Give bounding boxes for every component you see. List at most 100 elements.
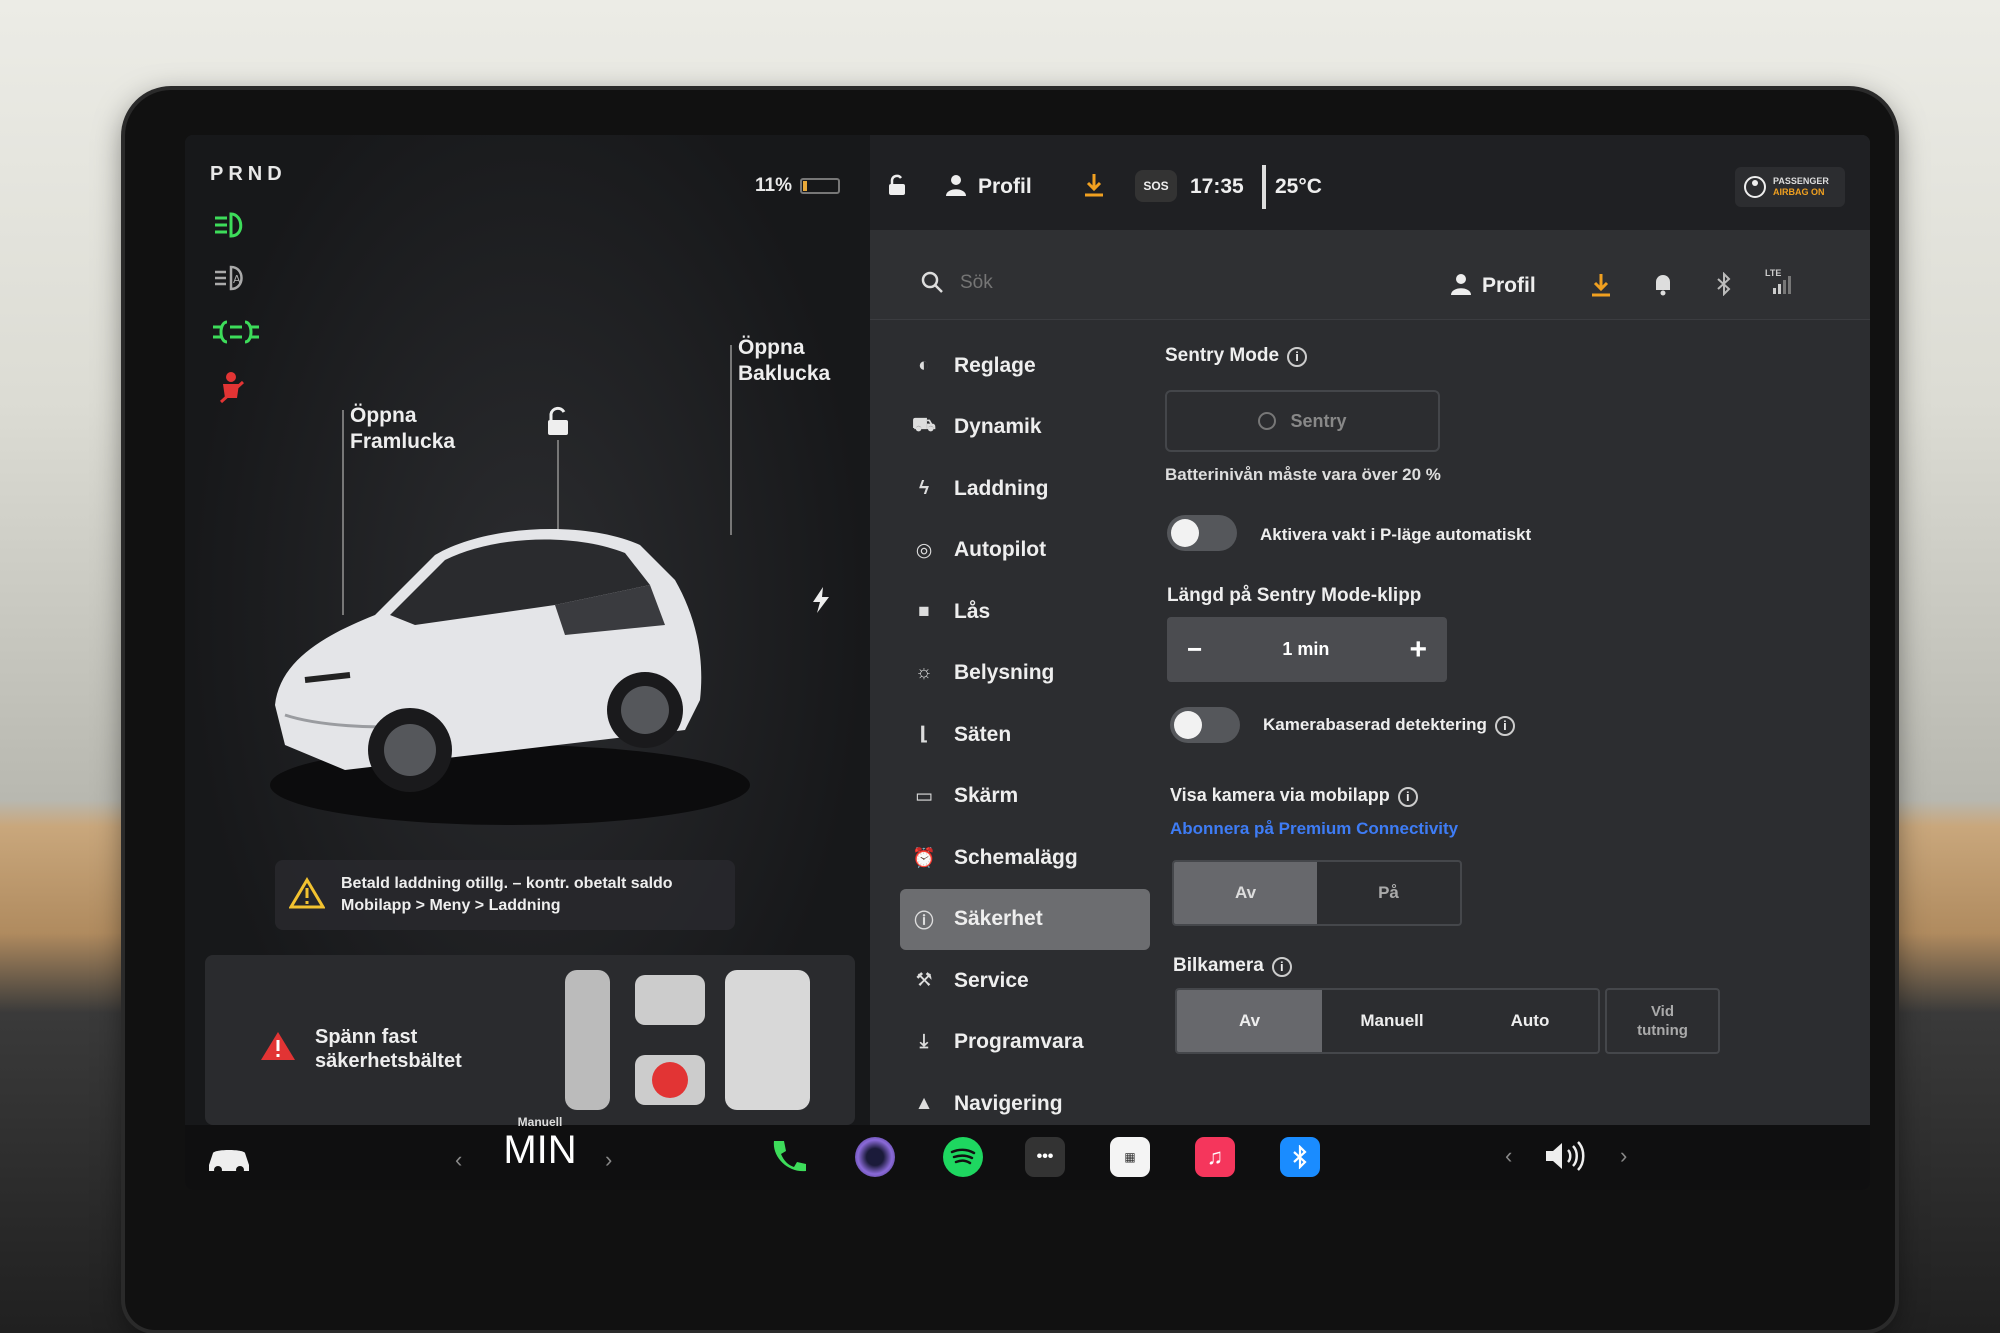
calendar-icon[interactable]: ▦ xyxy=(1110,1137,1150,1177)
music-app-icon[interactable]: ♫ xyxy=(1195,1137,1235,1177)
shield-info-icon: ⓘ xyxy=(914,910,934,932)
dashcam-selector: Av Manuell Auto xyxy=(1175,988,1600,1054)
menu-item-belysning[interactable]: ☼ Belysning xyxy=(900,643,1150,705)
climate-increase-icon[interactable]: › xyxy=(605,1147,612,1173)
battery-requirement: Batterinivån måste vara över 20 % xyxy=(1165,465,1441,484)
download-icon: ⤓ xyxy=(919,1031,929,1053)
search-icon[interactable] xyxy=(920,270,944,299)
dashcam-auto[interactable]: Auto xyxy=(1462,990,1598,1052)
bolt-icon: ϟ xyxy=(918,477,930,499)
menu-item-service[interactable]: ⚒ Service xyxy=(900,950,1150,1012)
bluetooth-app-icon[interactable] xyxy=(1280,1137,1320,1177)
menu-item-programvara[interactable]: ⤓ Programvara xyxy=(900,1012,1150,1074)
menu-item-dynamik[interactable]: ⛟ Dynamik xyxy=(900,397,1150,459)
more-apps-icon[interactable]: ••• xyxy=(1025,1137,1065,1177)
info-icon[interactable]: i xyxy=(1494,716,1515,736)
bluetooth-icon[interactable] xyxy=(1715,271,1733,302)
auto-headlight-icon: A xyxy=(213,263,253,300)
info-icon[interactable]: i xyxy=(1271,957,1292,977)
climate-control[interactable]: Manuell MIN xyxy=(485,1115,595,1171)
seat-icon: ⌊ xyxy=(919,724,929,746)
climate-value: MIN xyxy=(503,1128,577,1172)
phone-icon[interactable] xyxy=(768,1137,808,1182)
toggle-icon: ◐ xyxy=(918,354,930,376)
dashcam-title: Bilkamera i xyxy=(1173,955,1292,977)
camera-detection-label: Kamerabaserad detektering i xyxy=(1263,715,1515,736)
premium-connectivity-link[interactable]: Abonnera på Premium Connectivity xyxy=(1170,819,1458,839)
profile-status-label[interactable]: Profil xyxy=(978,175,1032,199)
spotify-icon[interactable] xyxy=(943,1137,983,1177)
charging-notice: Betald laddning otillg. – kontr. obetalt… xyxy=(275,860,735,930)
svg-text:A: A xyxy=(233,273,241,286)
touchscreen: PRND A 11% Öppna Framlucka Öppna Bakluck… xyxy=(185,135,1870,1190)
camera-app-icon[interactable] xyxy=(855,1137,895,1177)
battery-icon xyxy=(799,178,840,194)
notice-line-2: Mobilapp > Meny > Laddning xyxy=(341,897,561,914)
volume-icon[interactable] xyxy=(1543,1139,1587,1178)
seatbelt-warning-icon xyxy=(213,370,249,413)
menu-item-skarm[interactable]: ▭ Skärm xyxy=(900,766,1150,828)
charge-port-icon[interactable] xyxy=(810,585,832,620)
volume-down-icon[interactable]: ‹ xyxy=(1505,1143,1512,1169)
battery-percent: 11% xyxy=(755,175,792,196)
info-icon[interactable]: i xyxy=(1397,787,1418,807)
wrench-icon: ⚒ xyxy=(915,970,933,992)
alarm-clock-icon: ⏰ xyxy=(912,847,936,869)
sentry-button[interactable]: Sentry xyxy=(1165,390,1440,452)
camera-detection-toggle[interactable] xyxy=(1170,707,1240,743)
dashcam-off[interactable]: Av xyxy=(1177,990,1322,1052)
profile-label[interactable]: Profil xyxy=(1482,274,1536,298)
menu-item-reglage[interactable]: ◐ Reglage xyxy=(900,335,1150,397)
download-icon[interactable] xyxy=(1590,272,1612,303)
download-status-icon[interactable] xyxy=(1083,172,1105,203)
sentry-mode-title: Sentry Mode i xyxy=(1165,345,1308,367)
car-icon: ⛟ xyxy=(912,415,936,437)
headlight-icon xyxy=(213,210,253,247)
menu-item-laddning[interactable]: ϟ Laddning xyxy=(900,458,1150,520)
passenger-airbag-indicator: PASSENGER AIRBAG ON xyxy=(1735,167,1845,207)
unlock-status-icon[interactable] xyxy=(885,173,909,202)
volume-up-icon[interactable]: › xyxy=(1620,1143,1627,1169)
auto-sentry-label: Aktivera vakt i P-läge automatiskt xyxy=(1260,525,1532,544)
clock: 17:35 xyxy=(1190,175,1244,198)
unlock-icon[interactable] xyxy=(540,405,574,444)
car-view-pane: PRND A 11% Öppna Framlucka Öppna Bakluck… xyxy=(185,135,870,1190)
outside-temperature: 25°C xyxy=(1275,175,1322,198)
search-bar: Profil LTE xyxy=(870,230,1870,320)
menu-item-sakerhet[interactable]: ⓘ Säkerhet xyxy=(900,888,1150,950)
navigation-icon: ▲ xyxy=(914,1092,934,1114)
bell-icon[interactable] xyxy=(1652,272,1674,301)
clip-length-value: 1 min xyxy=(1282,639,1330,659)
mobile-camera-on[interactable]: På xyxy=(1317,862,1460,924)
minus-button[interactable]: − xyxy=(1187,634,1202,665)
mobile-camera-off[interactable]: Av xyxy=(1174,862,1317,924)
sos-button[interactable]: SOS xyxy=(1135,170,1177,202)
belt-alert-line-2: säkerhetsbältet xyxy=(315,1050,462,1072)
auto-sentry-toggle[interactable] xyxy=(1167,515,1237,551)
plus-button[interactable]: + xyxy=(1409,633,1427,667)
dashcam-manual[interactable]: Manuell xyxy=(1322,990,1462,1052)
radio-icon xyxy=(1258,412,1277,430)
settings-menu: ◐ Reglage ⛟ Dynamik ϟ Laddning ◎ Autopilot ■… xyxy=(900,335,1150,1135)
seatbelt-alert-card: Spänn fast säkerhetsbältet xyxy=(205,955,855,1125)
clip-length-stepper: − 1 min + xyxy=(1167,617,1447,682)
alert-triangle-icon xyxy=(260,1030,296,1067)
menu-item-las[interactable]: ■ Lås xyxy=(900,581,1150,643)
climate-decrease-icon[interactable]: ‹ xyxy=(455,1147,462,1173)
menu-item-autopilot[interactable]: ◎ Autopilot xyxy=(900,520,1150,582)
car-model-image xyxy=(270,528,750,825)
open-frunk-button[interactable]: Öppna Framlucka xyxy=(350,403,455,455)
car-menu-icon[interactable] xyxy=(205,1143,253,1180)
info-icon[interactable]: i xyxy=(1287,347,1308,367)
menu-item-saten[interactable]: ⌊ Säten xyxy=(900,704,1150,766)
dashcam-on-honk[interactable]: Vid tutning xyxy=(1605,988,1720,1054)
display-icon: ▭ xyxy=(915,785,933,807)
seat-map-icon xyxy=(565,970,810,1110)
sun-icon: ☼ xyxy=(915,662,933,684)
profile-icon[interactable] xyxy=(1450,272,1472,301)
open-trunk-button[interactable]: Öppna Baklucka xyxy=(738,335,830,387)
menu-item-schemalagg[interactable]: ⏰ Schemalägg xyxy=(900,827,1150,889)
lock-icon: ■ xyxy=(918,600,930,622)
search-input[interactable] xyxy=(960,272,1160,294)
bottom-dock: ‹ Manuell MIN › ••• ▦ ♫ ‹ › xyxy=(185,1115,1870,1190)
